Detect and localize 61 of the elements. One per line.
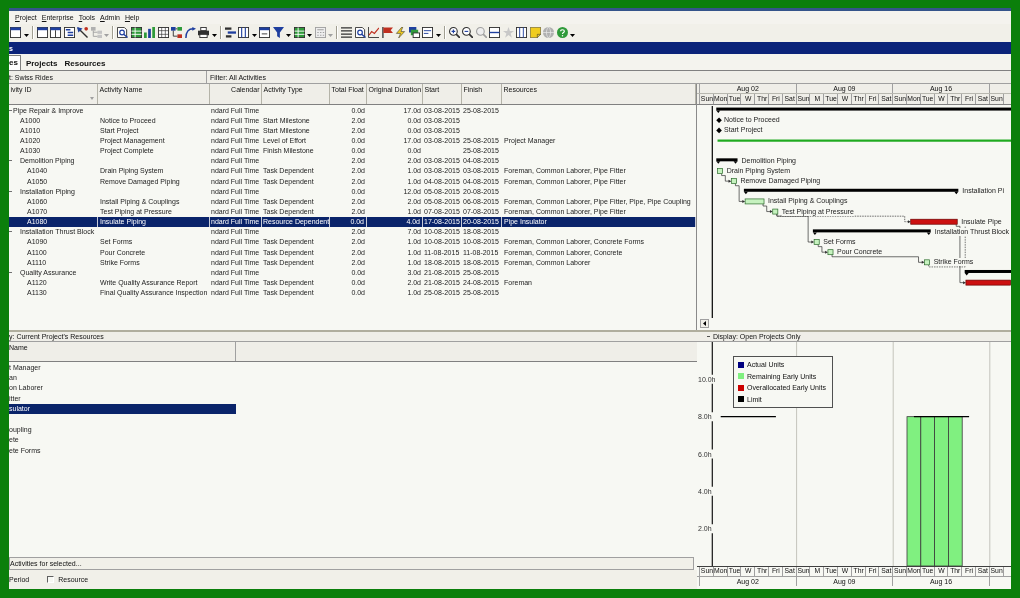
gantt-bars-icon[interactable]	[224, 27, 236, 38]
dependency-arrow	[721, 173, 732, 183]
minus-icon[interactable]	[9, 160, 12, 162]
table-icon[interactable]	[293, 27, 305, 38]
tab[interactable]: Resources	[62, 57, 108, 70]
columns-icon[interactable]	[238, 27, 249, 38]
grid-icon[interactable]	[157, 27, 169, 38]
caret-icon[interactable]	[251, 34, 257, 37]
caret-icon[interactable]	[23, 34, 29, 37]
summary-bar	[964, 270, 1011, 276]
dependency-arrow	[735, 183, 746, 203]
task-bar	[717, 168, 723, 174]
flag-icon[interactable]	[381, 27, 393, 38]
summary-bar	[716, 158, 738, 164]
rows-icon[interactable]	[489, 27, 500, 38]
card-icon[interactable]	[422, 27, 433, 38]
outline-icon[interactable]	[63, 27, 75, 38]
task-bar	[744, 198, 765, 205]
left-arrow-icon	[703, 320, 706, 326]
task-bar	[924, 259, 930, 266]
split-window-icon[interactable]	[50, 27, 61, 38]
table-icon[interactable]	[130, 27, 142, 38]
task-bar	[813, 239, 820, 245]
filter-icon[interactable]	[272, 27, 284, 38]
dialog-icon[interactable]	[259, 27, 270, 38]
dependency-arrow	[762, 203, 773, 214]
resource-checkbox[interactable]	[47, 576, 55, 583]
printer-icon[interactable]	[198, 27, 209, 38]
document-search-icon[interactable]	[117, 27, 128, 38]
network-icon[interactable]	[171, 27, 182, 38]
document-search-icon[interactable]	[354, 27, 366, 38]
minus-icon[interactable]	[9, 190, 12, 192]
task-bar	[731, 178, 737, 184]
window-icon[interactable]	[36, 27, 48, 38]
minus-icon[interactable]	[9, 231, 12, 233]
tab[interactable]: Projects	[23, 57, 60, 70]
minus-icon[interactable]	[9, 271, 12, 273]
task-bar	[772, 208, 779, 215]
pointer-icon[interactable]	[77, 27, 88, 38]
caret-icon[interactable]	[307, 34, 312, 37]
list-icon[interactable]	[341, 27, 352, 38]
critical-task-bar	[965, 279, 1011, 286]
scroll-left-button[interactable]	[700, 318, 709, 328]
caret-icon[interactable]	[570, 34, 575, 37]
panes-icon[interactable]	[516, 27, 527, 38]
minus-icon[interactable]	[9, 109, 12, 111]
caret-icon[interactable]	[435, 34, 441, 37]
caret-icon[interactable]	[211, 34, 217, 37]
curved-arrow-icon[interactable]	[184, 27, 196, 38]
bar-chart-icon[interactable]	[144, 27, 155, 38]
dependency-arrow	[817, 244, 828, 254]
task-bar	[827, 249, 834, 256]
zoom-out-icon[interactable]	[462, 27, 473, 38]
stack-icon[interactable]	[408, 27, 420, 38]
line-chart-icon[interactable]	[368, 27, 379, 38]
zoom-in-icon[interactable]	[448, 27, 460, 38]
window-icon[interactable]	[10, 27, 21, 38]
lightning-icon[interactable]	[395, 27, 406, 38]
tab[interactable]: es	[9, 55, 21, 70]
caret-icon[interactable]	[286, 34, 291, 37]
critical-task-bar	[910, 218, 958, 225]
